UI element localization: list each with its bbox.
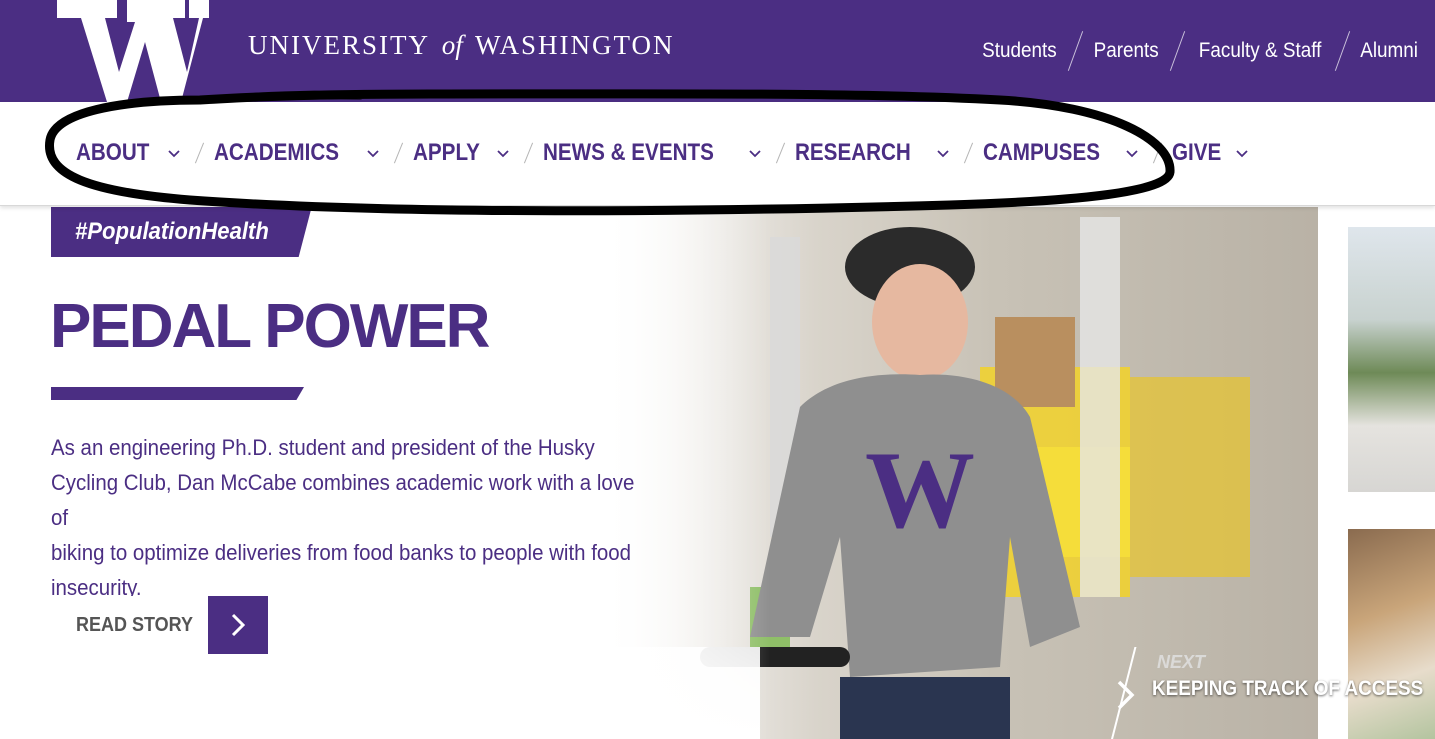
blurb-line: As an engineering Ph.D. student and pres… <box>51 435 595 460</box>
next-story-link[interactable]: NEXT KEEPING TRACK OF ACCESS <box>1100 647 1435 739</box>
audience-link-parents[interactable]: Parents <box>1094 39 1159 63</box>
read-story-button[interactable]: READ STORY <box>51 596 268 654</box>
hero-section: W #PopulationHealth PEDAL POWER As an en… <box>0 207 1435 739</box>
chevron-down-icon[interactable] <box>1125 148 1139 158</box>
nav-item-give[interactable]: GIVE <box>1172 139 1249 167</box>
uw-w-logo[interactable] <box>57 0 209 102</box>
nav-item-label: CAMPUSES <box>982 139 1100 166</box>
chevron-down-icon[interactable] <box>366 148 380 158</box>
chevron-down-icon[interactable] <box>1235 148 1249 158</box>
read-story-arrow[interactable] <box>208 596 268 654</box>
story-headline: PEDAL POWER <box>50 292 490 361</box>
wordmark-of: of <box>441 30 463 60</box>
nav-item-apply[interactable]: APPLY <box>413 139 511 167</box>
main-nav: ABOUT ACADEMICS APPLY NEWS & EVENTS RESEARCH… <box>0 102 1435 206</box>
wordmark-university: UNIVERSITY <box>248 30 429 60</box>
nav-divider <box>195 142 205 164</box>
next-story-title-text: KEEPING TRACK OF ACCESS <box>1152 677 1424 700</box>
audience-link-faculty-staff[interactable]: Faculty & Staff <box>1198 39 1321 63</box>
hero-bottom-fade <box>0 647 760 739</box>
chevron-down-icon[interactable] <box>167 148 181 158</box>
story-blurb: As an engineering Ph.D. student and pres… <box>51 430 691 605</box>
nav-item-label: GIVE <box>1171 139 1222 166</box>
nav-item-label: NEWS & EVENTS <box>543 139 715 166</box>
read-story-label-box: READ STORY <box>51 596 208 654</box>
side-story-photo-top[interactable] <box>1348 227 1435 492</box>
nav-divider <box>776 142 786 164</box>
chevron-down-icon[interactable] <box>748 148 762 158</box>
nav-divider <box>393 142 403 164</box>
nav-item-campuses[interactable]: CAMPUSES <box>983 139 1139 167</box>
audience-divider <box>1068 31 1084 71</box>
audience-divider <box>1334 31 1350 71</box>
shirt-w-logo: W <box>865 429 975 551</box>
chevron-down-icon[interactable] <box>496 148 510 158</box>
next-label: NEXT <box>1157 652 1206 672</box>
nav-item-label: ABOUT <box>76 139 150 166</box>
audience-nav: Students Parents Faculty & Staff Alumni <box>978 30 1421 72</box>
audience-divider <box>1169 31 1185 71</box>
nav-item-academics[interactable]: ACADEMICS <box>214 139 379 167</box>
nav-item-label: RESEARCH <box>795 139 912 166</box>
nav-item-label: ACADEMICS <box>214 139 340 166</box>
nav-item-label: APPLY <box>412 139 480 166</box>
nav-item-news-events[interactable]: NEWS & EVENTS <box>543 139 762 167</box>
chevron-right-icon <box>231 613 246 637</box>
main-nav-items: ABOUT ACADEMICS APPLY NEWS & EVENTS RESEARCH… <box>76 139 1249 167</box>
blurb-line: biking to optimize deliveries from food … <box>51 540 632 565</box>
hashtag-text: #PopulationHealth <box>75 218 269 245</box>
university-wordmark[interactable]: UNIVERSITY of WASHINGTON <box>248 30 675 61</box>
chevron-down-icon[interactable] <box>936 148 950 158</box>
nav-divider <box>524 142 534 164</box>
headline-underline <box>51 387 304 400</box>
chevron-right-icon <box>1117 680 1135 710</box>
nav-divider <box>963 142 973 164</box>
hashtag-badge[interactable]: #PopulationHealth <box>51 207 312 257</box>
top-header: UNIVERSITY of WASHINGTON Students Parent… <box>0 0 1435 102</box>
blurb-line: Cycling Club, Dan McCabe combines academ… <box>51 470 635 530</box>
next-story-title: KEEPING TRACK OF ACCESS <box>1152 677 1435 701</box>
audience-link-students[interactable]: Students <box>982 39 1057 63</box>
wordmark-washington: WASHINGTON <box>475 30 675 60</box>
nav-item-research[interactable]: RESEARCH <box>795 139 950 167</box>
read-story-label: READ STORY <box>76 614 194 636</box>
audience-link-alumni[interactable]: Alumni <box>1360 39 1418 63</box>
nav-divider <box>1152 142 1162 164</box>
nav-item-about[interactable]: ABOUT <box>76 139 181 167</box>
